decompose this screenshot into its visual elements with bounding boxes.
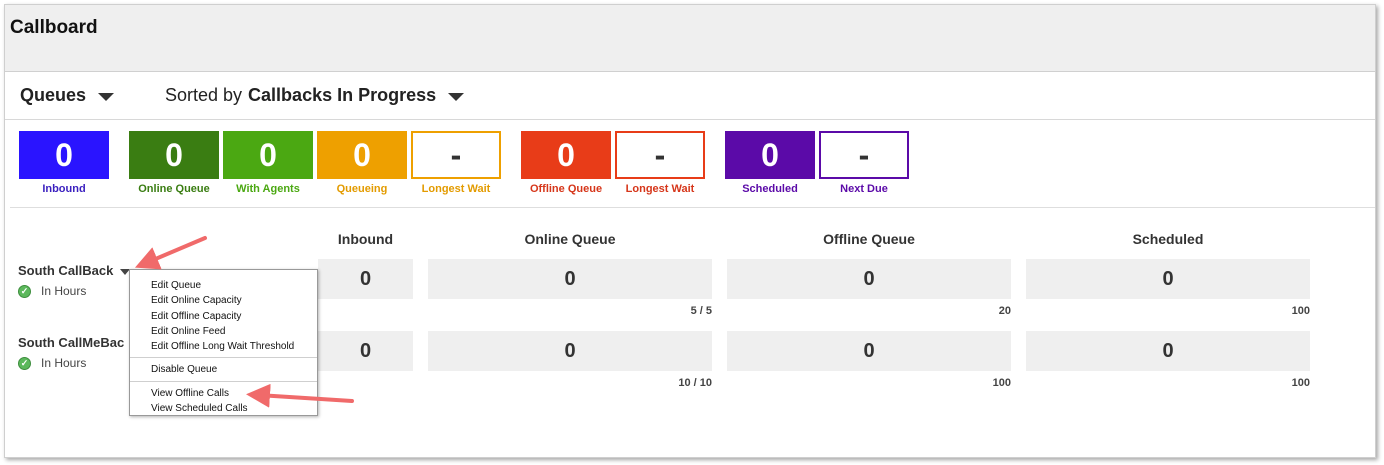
offline-capacity: 100 <box>992 377 1011 389</box>
menu-separator <box>130 380 317 382</box>
toolbar: Queues Sorted by Callbacks In Progress <box>5 73 1375 120</box>
cell-inbound: 0 <box>318 331 413 371</box>
scheduled-capacity: 100 <box>1291 377 1310 389</box>
cell-scheduled: 0 <box>1026 331 1310 371</box>
menu-item-edit-online-capacity[interactable]: Edit Online Capacity <box>130 293 317 308</box>
tile-value: 0 <box>557 136 575 173</box>
tile-value: 0 <box>165 136 183 173</box>
tile-longest-wait-offline[interactable]: - <box>615 131 705 179</box>
tile-queueing[interactable]: 0 <box>317 131 407 179</box>
menu-item-view-offline-calls[interactable]: View Offline Calls <box>130 386 317 401</box>
column-header-scheduled: Scheduled <box>1132 231 1204 247</box>
online-capacity: 10 / 10 <box>678 377 712 389</box>
tile-value: 0 <box>259 136 277 173</box>
check-circle-icon: ✓ <box>18 356 31 370</box>
tile-value: - <box>450 136 462 173</box>
tile-label: Online Queue <box>138 183 210 195</box>
online-capacity: 5 / 5 <box>690 305 712 317</box>
tile-scheduled[interactable]: 0 <box>725 131 815 179</box>
tile-label: Scheduled <box>742 183 798 195</box>
tile-label: Longest Wait <box>421 183 491 195</box>
page-title: Callboard <box>10 17 98 38</box>
offline-capacity: 20 <box>998 305 1011 317</box>
queue-name[interactable]: South CallMeBac <box>18 335 124 350</box>
scheduled-capacity: 100 <box>1291 305 1310 317</box>
cell-online-queue: 0 <box>428 259 712 299</box>
tile-longest-wait-online[interactable]: - <box>411 131 501 179</box>
queue-status: ✓ In Hours <box>18 284 86 298</box>
tile-label: Offline Queue <box>529 183 603 195</box>
sort-value: Callbacks In Progress <box>248 85 437 105</box>
tile-offline-queue[interactable]: 0 <box>521 131 611 179</box>
menu-item-edit-offline-capacity[interactable]: Edit Offline Capacity <box>130 309 317 324</box>
queue-status: ✓ In Hours <box>18 356 86 370</box>
sort-prefix: Sorted by <box>165 85 243 105</box>
tile-online-queue[interactable]: 0 <box>129 131 219 179</box>
divider <box>10 207 1375 208</box>
cell-inbound: 0 <box>318 259 413 299</box>
sort-dropdown[interactable]: Sorted by Callbacks In Progress <box>165 85 465 106</box>
queue-name[interactable]: South CallBack <box>18 263 131 278</box>
queue-status-label: In Hours <box>41 284 87 298</box>
tile-value: - <box>654 136 666 173</box>
queues-dropdown[interactable]: Queues <box>20 85 115 106</box>
chevron-down-icon <box>448 92 465 101</box>
cell-scheduled: 0 <box>1026 259 1310 299</box>
menu-item-view-scheduled-calls[interactable]: View Scheduled Calls <box>130 401 317 416</box>
menu-separator <box>130 357 317 359</box>
check-circle-icon: ✓ <box>18 284 31 298</box>
cell-offline-queue: 0 <box>727 331 1011 371</box>
queue-status-label: In Hours <box>41 356 87 370</box>
title-bar: Callboard <box>5 5 1375 72</box>
queue-name-label: South CallBack <box>18 263 114 278</box>
tile-label: Longest Wait <box>625 183 695 195</box>
menu-item-edit-online-feed[interactable]: Edit Online Feed <box>130 324 317 339</box>
queues-dropdown-label: Queues <box>20 85 87 105</box>
tile-label: Queueing <box>336 183 388 195</box>
tile-label: With Agents <box>236 183 300 195</box>
tile-inbound[interactable]: 0 <box>19 131 109 179</box>
column-header-inbound: Inbound <box>337 231 394 247</box>
tile-value: 0 <box>353 136 371 173</box>
menu-item-edit-queue[interactable]: Edit Queue <box>130 278 317 293</box>
tile-value: - <box>858 136 870 173</box>
menu-item-edit-offline-long-wait[interactable]: Edit Offline Long Wait Threshold <box>130 339 317 354</box>
column-header-online-queue: Online Queue <box>524 231 616 247</box>
tile-label: Inbound <box>42 183 86 195</box>
tile-with-agents[interactable]: 0 <box>223 131 313 179</box>
tile-value: 0 <box>55 136 73 173</box>
chevron-down-icon <box>98 92 115 101</box>
menu-item-disable-queue[interactable]: Disable Queue <box>130 362 317 377</box>
column-header-offline-queue: Offline Queue <box>823 231 915 247</box>
queue-name-label: South CallMeBac <box>18 335 125 350</box>
tile-next-due[interactable]: - <box>819 131 909 179</box>
tile-value: 0 <box>761 136 779 173</box>
callboard-window: Callboard Queues Sorted by Callbacks In … <box>4 4 1376 458</box>
queue-context-menu: Edit Queue Edit Online Capacity Edit Off… <box>129 269 318 416</box>
cell-online-queue: 0 <box>428 331 712 371</box>
summary-tiles: 0 Inbound 0 Online Queue 0 With Agents 0… <box>5 131 1375 211</box>
tile-label: Next Due <box>840 183 888 195</box>
cell-offline-queue: 0 <box>727 259 1011 299</box>
